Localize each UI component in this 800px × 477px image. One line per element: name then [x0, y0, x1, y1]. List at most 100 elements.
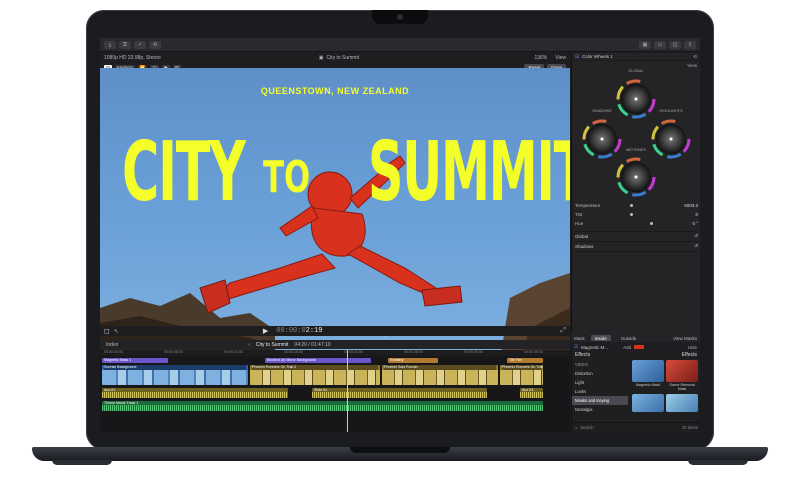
ruler-tick: 00:00:35:00: [524, 350, 543, 354]
effects-count: 10 Items: [681, 424, 698, 430]
fx-tile-4[interactable]: [666, 394, 698, 412]
mask-color-swatch[interactable]: [634, 345, 645, 349]
fx-tile-scene-removal[interactable]: [666, 360, 698, 382]
param-value[interactable]: 5003.3: [684, 203, 698, 208]
poster-word-city: CITY: [122, 125, 246, 220]
param-value[interactable]: 0: [695, 212, 698, 217]
view-menu[interactable]: View: [555, 55, 566, 61]
back-icon[interactable]: ‹: [248, 342, 250, 348]
clip-audio-2[interactable]: Slide 01: [312, 388, 487, 398]
ruler-tick: 00:00:05:00: [164, 350, 183, 354]
project-name[interactable]: City to Summit: [256, 342, 289, 348]
clip-music-track[interactable]: Theme Music Track 1: [102, 401, 543, 411]
ruler-tick: 00:00:25:00: [404, 350, 423, 354]
effects-title-left: Effects: [575, 351, 591, 358]
wheel-global: [616, 79, 656, 119]
viewer-canvas[interactable]: QUEENSTOWN, NEW ZEALAND CITY TO SUMMIT D…: [100, 68, 570, 362]
tab-inside[interactable]: Inside: [590, 335, 611, 341]
param-hue[interactable]: Hue 0 °: [575, 220, 698, 227]
clip-rotating[interactable]: Rotating: [388, 358, 438, 363]
search-input[interactable]: Search: [580, 425, 593, 430]
clip-phoenix-2[interactable]: Phoenix Solo Runner: [382, 365, 498, 385]
clip-audio-1[interactable]: Aux 01: [102, 388, 288, 398]
ruler-tick: 00:00:10:00: [224, 350, 243, 354]
fullscreen-icon[interactable]: ⤢: [560, 327, 566, 335]
checkbox-icon[interactable]: ☑: [575, 54, 579, 60]
browser-toggle-icon[interactable]: ▦: [639, 40, 651, 49]
clip-phoenix-1[interactable]: Phoenix Runners On Trail 2: [250, 365, 380, 385]
clip-filmstrip: [250, 370, 380, 385]
clip-tile-file[interactable]: Tile File: [507, 358, 543, 363]
background-tasks-icon[interactable]: ✓: [134, 40, 146, 49]
timeline-toggle-icon[interactable]: ▭: [654, 40, 666, 49]
fx-category-masks-keying[interactable]: Masks and Keying: [572, 396, 628, 405]
clip-filmstrip: [382, 370, 498, 385]
clip-audio-3[interactable]: Aux 01: [520, 388, 543, 398]
zoom-select[interactable]: 136%: [534, 55, 547, 61]
search-icon: ⌕: [575, 424, 578, 430]
slider-knob-icon[interactable]: [630, 204, 633, 207]
export-icon[interactable]: ⇪: [684, 40, 696, 49]
mask-mode[interactable]: Add: [623, 345, 631, 350]
poster-word-to: TO: [263, 152, 311, 203]
play-icon[interactable]: ▶: [263, 327, 268, 335]
fx-category-looks[interactable]: Looks: [572, 387, 628, 396]
inspector-view-row: View: [572, 61, 700, 69]
clip-sunrise-background[interactable]: Sunrise Background: [102, 365, 248, 385]
view-masks-toggle[interactable]: View Masks: [673, 336, 697, 341]
param-label: Hue: [575, 221, 584, 226]
mask-tabs: Mask Inside Outside View Masks: [571, 334, 700, 342]
chevron-icon[interactable]: ↺: [694, 243, 698, 249]
audio-waveform: [312, 392, 487, 398]
audio-waveform: [102, 405, 543, 411]
fx-category-distortion[interactable]: Distortion: [572, 369, 628, 378]
transport-bar: ◻ ↖ ▶ 00:00:02:19 ⤢: [100, 326, 570, 336]
section-global[interactable]: Global ↺: [575, 231, 698, 240]
share-icon[interactable]: ⟲: [149, 40, 161, 49]
effects-header: Effects Effects: [572, 350, 700, 359]
param-label: Tint: [575, 212, 583, 217]
fx-tile-3[interactable]: [632, 394, 664, 412]
param-tint[interactable]: Tint 0: [575, 211, 698, 218]
mask-extra[interactable]: Hide: [688, 345, 697, 350]
fx-tile-label: Magnetic Mask: [635, 383, 661, 387]
param-temperature[interactable]: Temperature 5003.3: [575, 202, 698, 209]
wheel-midtones: [616, 157, 656, 197]
hue-dial-icon[interactable]: [650, 222, 653, 225]
inspector-toggle-icon[interactable]: ◫: [669, 40, 681, 49]
ruler-tick: 00:00:00:00: [104, 350, 123, 354]
keyword-icon[interactable]: ⚿: [119, 40, 131, 49]
audio-waveform: [520, 392, 543, 398]
slider-knob-icon[interactable]: [630, 213, 633, 216]
wheel-shadows: [582, 119, 622, 159]
tab-outside[interactable]: Outside: [617, 335, 641, 341]
mask-name: Magnetic M...: [581, 344, 609, 350]
format-label: 1080p HD 23.98p, Stereo: [104, 54, 161, 61]
wheel-label-midtones: MIDTONES: [626, 148, 646, 152]
index-button[interactable]: Index: [106, 342, 118, 348]
color-wheels[interactable]: [572, 71, 700, 201]
clip-magnetic-mask[interactable]: Magnetic Mask 1: [102, 358, 168, 363]
section-divider: [575, 251, 698, 257]
reset-icon[interactable]: ⟲: [693, 54, 697, 60]
effect-name[interactable]: Color Wheels 1: [582, 54, 613, 59]
clip-phoenix-3[interactable]: Phoenix Runners On Trail 3: [500, 365, 543, 385]
section-shadows[interactable]: Shadows ↺: [575, 241, 698, 250]
inspector-view-menu[interactable]: View: [687, 63, 697, 68]
fx-tile-label: Scene Removal Mask: [669, 383, 695, 391]
playhead[interactable]: [347, 350, 348, 432]
chevron-icon[interactable]: ↺: [694, 233, 698, 239]
fx-category-light[interactable]: Light: [572, 378, 628, 387]
import-icon[interactable]: ⤓: [104, 40, 116, 49]
fx-category-nostalgia[interactable]: Nostalgia: [572, 405, 628, 414]
param-value[interactable]: 0 °: [692, 221, 698, 226]
transform-icon[interactable]: ◻: [104, 327, 110, 335]
clip-blocked-bg[interactable]: Blocked Up Mirror Background: [265, 358, 371, 363]
product-photo: ⤓ ⚿ ✓ ⟲ ▦ ▭ ◫ ⇪ 1080p HD 23.98p, Stereo …: [0, 0, 800, 477]
fx-tile-magnetic-mask[interactable]: [632, 360, 664, 382]
select-tool-icon[interactable]: ↖: [114, 328, 119, 335]
section-label: Global: [575, 233, 589, 239]
wheel-label-global: GLOBAL: [628, 69, 644, 73]
timeline[interactable]: Magnetic Mask 1 Blocked Up Mirror Backgr…: [100, 356, 570, 432]
section-label: Shadows: [575, 243, 594, 249]
